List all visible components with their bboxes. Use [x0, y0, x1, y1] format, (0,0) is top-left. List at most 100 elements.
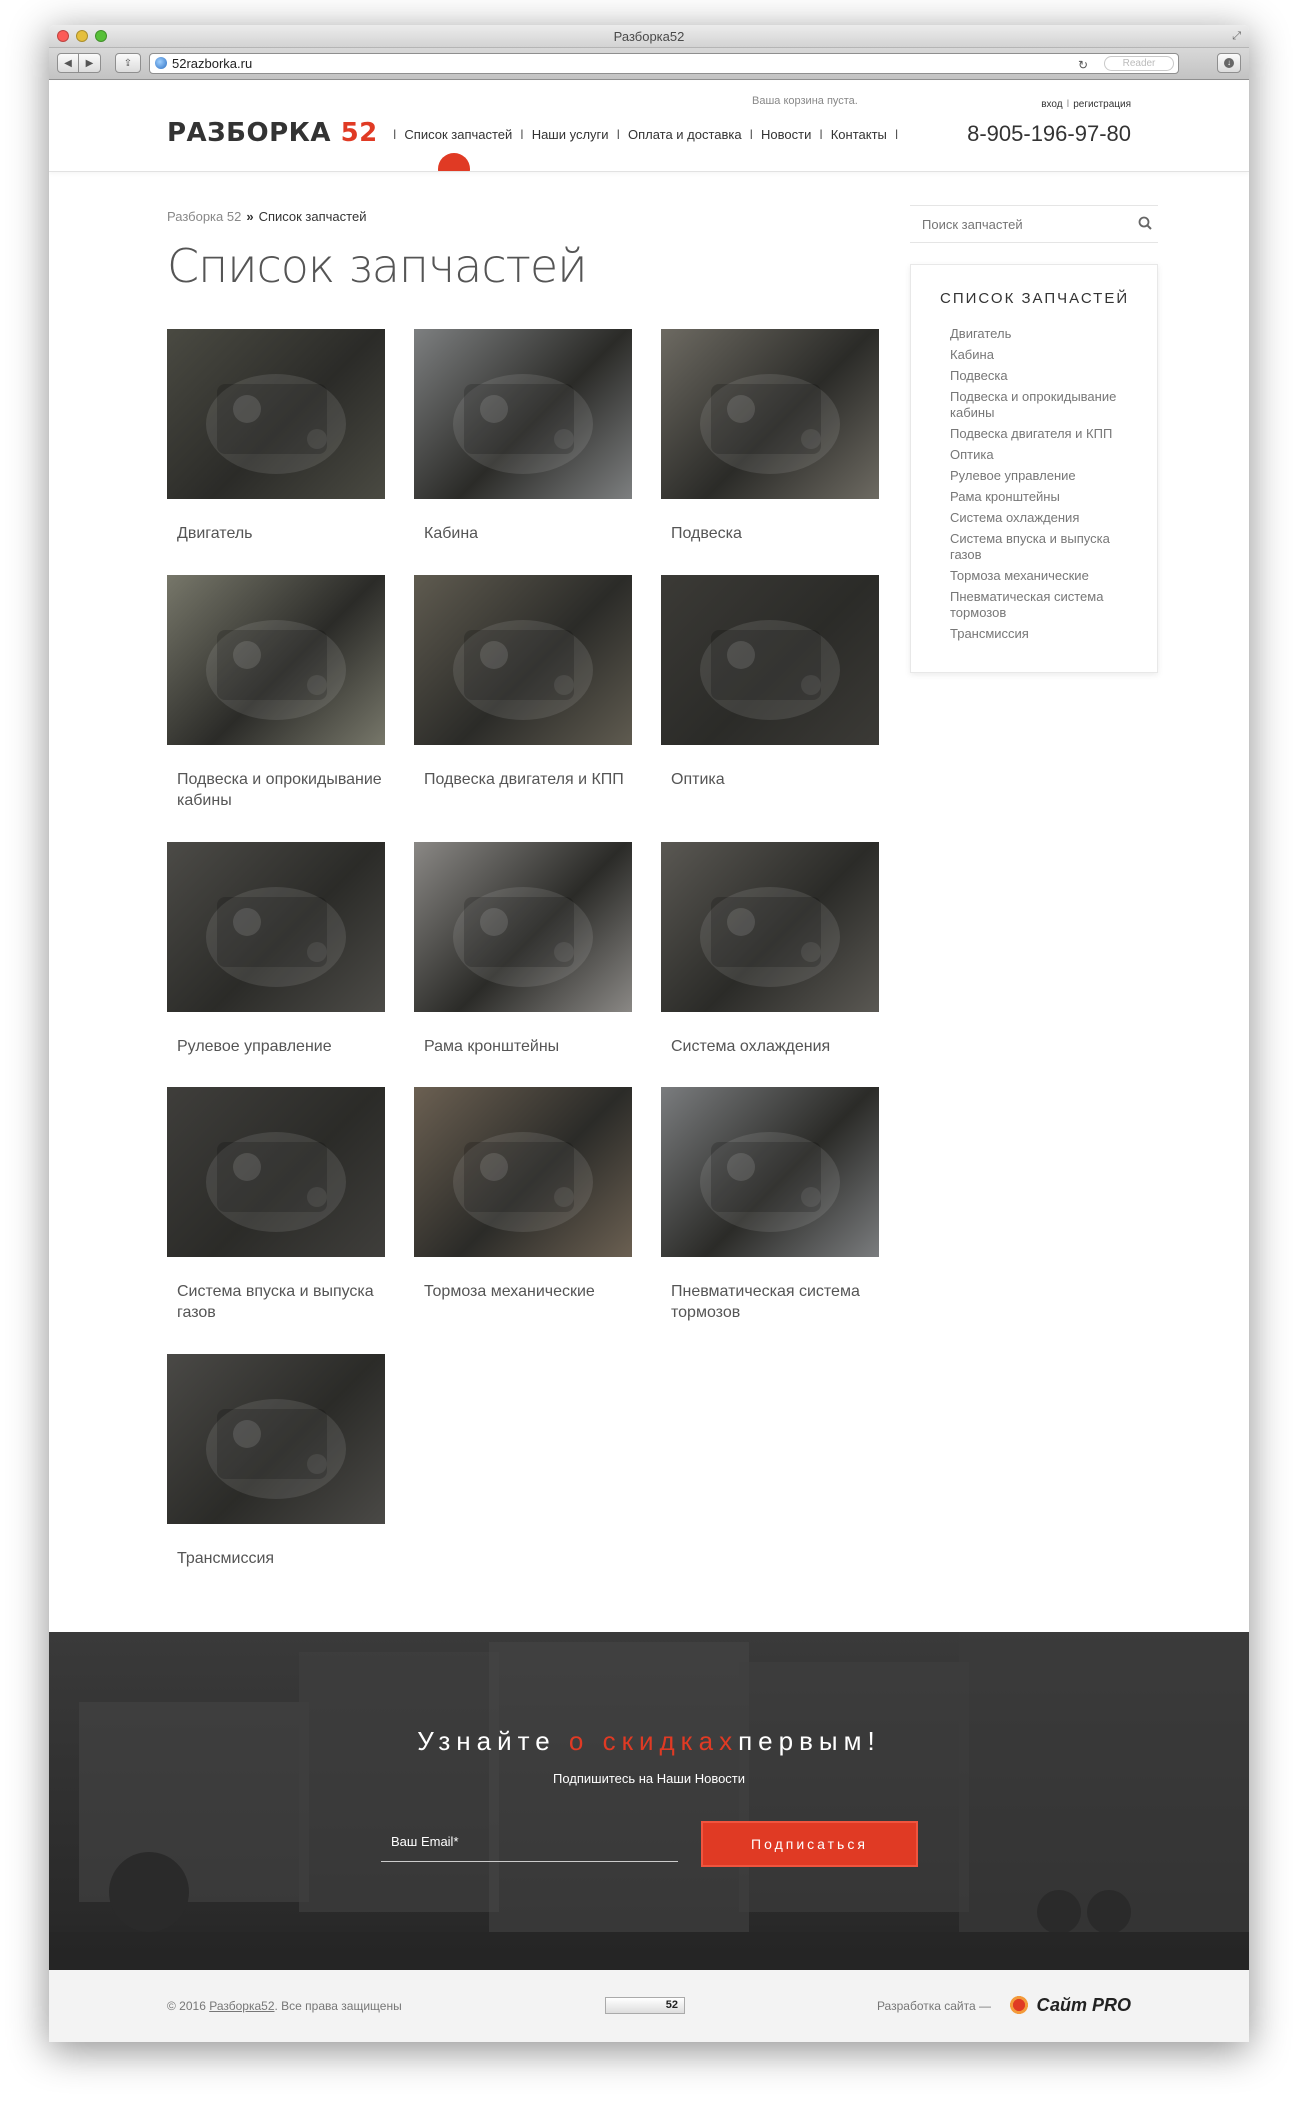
- subscribe-title-pre: Узнайте: [417, 1726, 569, 1756]
- globe-icon: [155, 57, 167, 69]
- downloads-button[interactable]: ↓: [1217, 53, 1241, 73]
- category-label[interactable]: Подвеска и опрокидывание кабины: [167, 769, 385, 811]
- browser-toolbar: ◀ ▶ ⇪ 52razborka.ru ↻ Reader ↓: [49, 48, 1249, 80]
- sidebar-item[interactable]: Рулевое управление: [950, 468, 1140, 484]
- category-image[interactable]: [167, 1354, 385, 1524]
- sidebar-item[interactable]: Рама кронштейны: [950, 489, 1140, 505]
- auth-separator: ǀ: [1066, 99, 1070, 110]
- developer-logo-text: Сайт PRO: [1036, 1994, 1131, 2015]
- category-card[interactable]: Пневматическая система тормозов: [661, 1087, 879, 1323]
- back-button[interactable]: ◀: [57, 53, 79, 73]
- category-image[interactable]: [167, 1087, 385, 1257]
- nav-separator: ǀ: [393, 127, 397, 142]
- category-label[interactable]: Оптика: [661, 769, 879, 790]
- email-field[interactable]: [381, 1822, 678, 1862]
- nav-item-news[interactable]: Новости: [761, 127, 811, 142]
- nav-item-payment[interactable]: Оплата и доставка: [628, 127, 742, 142]
- subscribe-button[interactable]: Подписаться: [701, 1821, 918, 1867]
- nav-item-parts[interactable]: Список запчастей: [404, 127, 512, 142]
- address-bar[interactable]: 52razborka.ru ↻ Reader: [149, 53, 1179, 74]
- search-input[interactable]: [910, 206, 1110, 242]
- category-card[interactable]: Система впуска и выпуска газов: [167, 1087, 385, 1323]
- category-card[interactable]: Подвеска: [661, 329, 879, 544]
- category-image[interactable]: [414, 842, 632, 1012]
- category-label[interactable]: Тормоза механические: [414, 1281, 632, 1302]
- category-label[interactable]: Подвеска: [661, 523, 879, 544]
- category-image[interactable]: [414, 1087, 632, 1257]
- sidebar-item[interactable]: Трансмиссия: [950, 626, 1140, 642]
- site-logo[interactable]: РАЗБОРКА 52: [167, 118, 378, 148]
- sidebar-item[interactable]: Оптика: [950, 447, 1140, 463]
- sidebar-item[interactable]: Система впуска и выпуска газов: [950, 531, 1140, 563]
- category-image[interactable]: [167, 329, 385, 499]
- active-nav-gear-icon: [436, 149, 472, 171]
- category-label[interactable]: Система охлаждения: [661, 1036, 879, 1057]
- category-label[interactable]: Трансмиссия: [167, 1548, 385, 1569]
- category-photo-placeholder: [206, 374, 346, 474]
- nav-separator: ǀ: [894, 127, 899, 142]
- sidebar-item[interactable]: Подвеска и опрокидывание кабины: [950, 389, 1140, 421]
- copyright-link[interactable]: Разборка52: [209, 1999, 274, 2013]
- category-label[interactable]: Рулевое управление: [167, 1036, 385, 1057]
- search-icon[interactable]: [1138, 216, 1152, 230]
- browser-window: Разборка52 ⤢ ◀ ▶ ⇪ 52razborka.ru ↻ Reade…: [49, 25, 1249, 2042]
- category-label[interactable]: Система впуска и выпуска газов: [167, 1281, 385, 1323]
- nav-separator: ǀ: [749, 127, 754, 142]
- category-image[interactable]: [661, 329, 879, 499]
- visit-counter-badge[interactable]: 52: [605, 1997, 685, 2014]
- category-card[interactable]: Кабина: [414, 329, 632, 544]
- category-label[interactable]: Двигатель: [167, 523, 385, 544]
- cart-status[interactable]: Ваша корзина пуста.: [752, 95, 858, 107]
- sidebar-item[interactable]: Кабина: [950, 347, 1140, 363]
- category-card[interactable]: Система охлаждения: [661, 842, 879, 1057]
- category-label[interactable]: Кабина: [414, 523, 632, 544]
- sidebar-item[interactable]: Пневматическая система тормозов: [950, 589, 1140, 621]
- category-image[interactable]: [414, 575, 632, 745]
- category-label[interactable]: Пневматическая система тормозов: [661, 1281, 879, 1323]
- breadcrumb-home[interactable]: Разборка 52: [167, 209, 241, 224]
- sidebar-item[interactable]: Тормоза механические: [950, 568, 1140, 584]
- category-card[interactable]: Двигатель: [167, 329, 385, 544]
- category-label[interactable]: Подвеска двигателя и КПП: [414, 769, 632, 790]
- category-card[interactable]: Подвеска и опрокидывание кабины: [167, 575, 385, 811]
- developer-logo[interactable]: Сайт PRO: [1004, 1991, 1131, 2019]
- category-image[interactable]: [167, 575, 385, 745]
- category-image[interactable]: [414, 329, 632, 499]
- category-image[interactable]: [167, 842, 385, 1012]
- register-link[interactable]: регистрация: [1073, 99, 1131, 110]
- category-card[interactable]: Тормоза механические: [414, 1087, 632, 1302]
- category-card[interactable]: Трансмиссия: [167, 1354, 385, 1569]
- category-photo-placeholder: [206, 1132, 346, 1232]
- category-photo-placeholder: [453, 1132, 593, 1232]
- category-card[interactable]: Подвеска двигателя и КПП: [414, 575, 632, 790]
- login-link[interactable]: вход: [1041, 99, 1062, 110]
- forward-button[interactable]: ▶: [79, 53, 101, 73]
- nav-item-services[interactable]: Наши услуги: [532, 127, 609, 142]
- category-label[interactable]: Рама кронштейны: [414, 1036, 632, 1057]
- sidebar-item[interactable]: Двигатель: [950, 326, 1140, 342]
- category-photo-placeholder: [453, 374, 593, 474]
- phone-number[interactable]: 8-905-196-97-80: [967, 121, 1131, 147]
- category-image[interactable]: [661, 1087, 879, 1257]
- category-image[interactable]: [661, 575, 879, 745]
- sidebar-item[interactable]: Подвеска: [950, 368, 1140, 384]
- fullscreen-icon[interactable]: ⤢: [1232, 30, 1241, 43]
- page-title: Список запчастей: [167, 239, 587, 293]
- reload-icon[interactable]: ↻: [1078, 56, 1088, 75]
- sidebar-categories: Список запчастей Двигатель Кабина Подвес…: [910, 264, 1158, 673]
- copyright-pre: © 2016: [167, 1999, 210, 2013]
- share-button[interactable]: ⇪: [115, 53, 141, 73]
- nav-item-contacts[interactable]: Контакты: [831, 127, 887, 142]
- window-title: Разборка52: [613, 29, 685, 44]
- category-photo-placeholder: [700, 887, 840, 987]
- sidebar-item[interactable]: Подвеска двигателя и КПП: [950, 426, 1140, 442]
- sidebar-item[interactable]: Система охлаждения: [950, 510, 1140, 526]
- category-photo-placeholder: [206, 887, 346, 987]
- category-photo-placeholder: [700, 1132, 840, 1232]
- category-photo-placeholder: [453, 620, 593, 720]
- category-card[interactable]: Рама кронштейны: [414, 842, 632, 1057]
- category-card[interactable]: Оптика: [661, 575, 879, 790]
- reader-button[interactable]: Reader: [1104, 56, 1174, 71]
- category-image[interactable]: [661, 842, 879, 1012]
- category-card[interactable]: Рулевое управление: [167, 842, 385, 1057]
